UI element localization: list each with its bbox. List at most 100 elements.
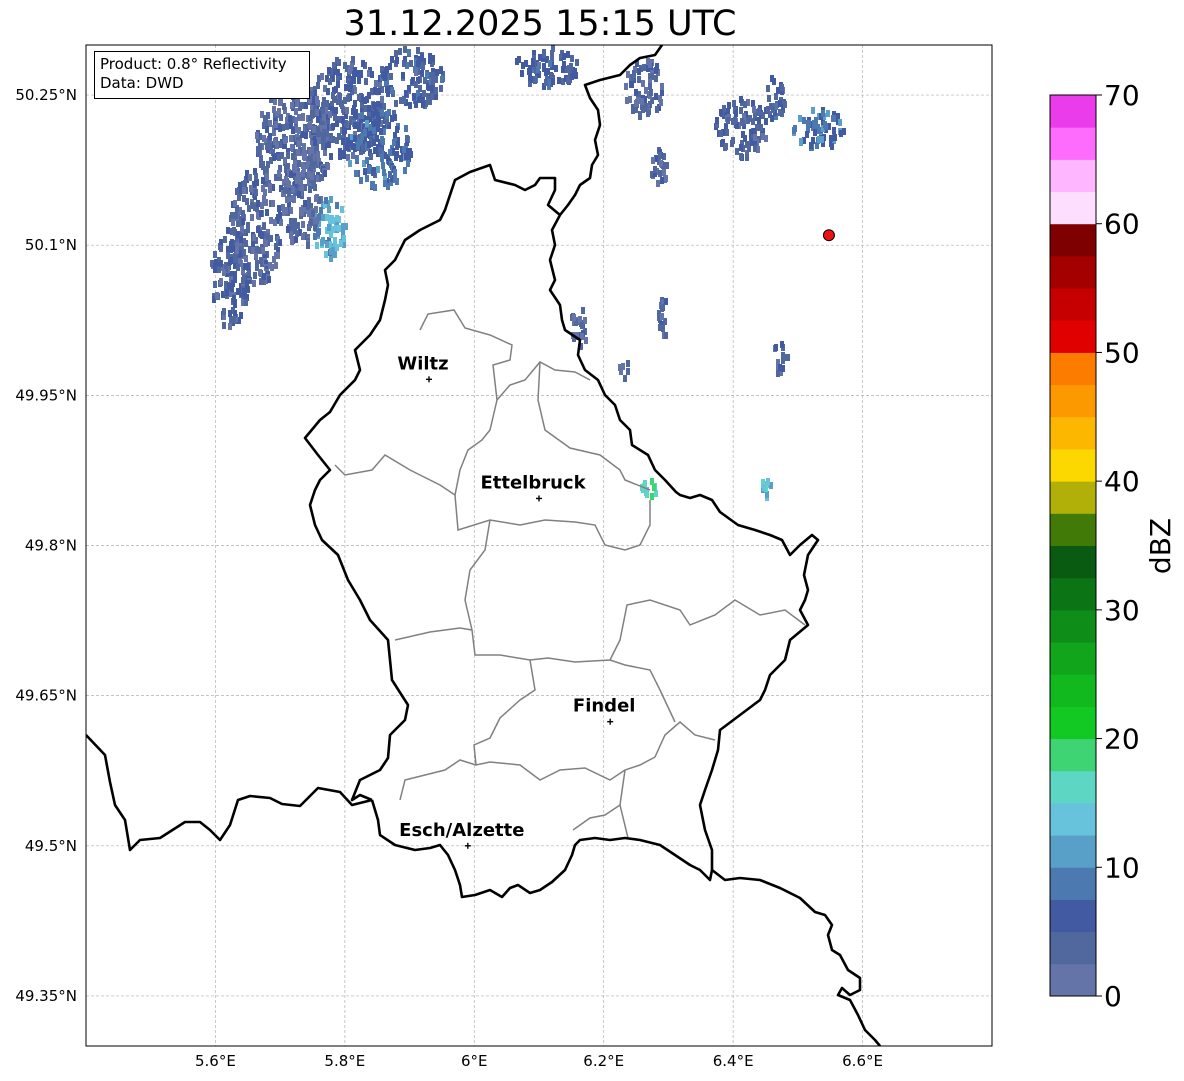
- echo-pixel: [836, 113, 840, 120]
- echo-pixel: [289, 232, 293, 239]
- city-label: Esch/Alzette: [399, 820, 524, 841]
- echo-pixel: [283, 187, 287, 194]
- echo-pixel: [335, 202, 339, 209]
- echo-pixel: [348, 160, 352, 167]
- echo-pixel: [277, 170, 281, 177]
- echo-pixel: [745, 141, 749, 148]
- echo-pixel: [327, 224, 331, 231]
- echo-pixel: [317, 131, 321, 138]
- echo-pixel: [416, 47, 420, 54]
- echo-pixel: [767, 95, 771, 102]
- echo-pixel: [226, 227, 230, 234]
- echo-pixel: [333, 114, 337, 121]
- echo-pixel: [805, 131, 809, 138]
- echo-pixel: [630, 74, 634, 81]
- echo-pixel: [354, 170, 358, 177]
- echo-pixel: [314, 195, 318, 202]
- echo-pixel: [249, 185, 253, 192]
- echo-pixel: [272, 106, 276, 113]
- echo-pixel: [385, 111, 389, 118]
- echo-pixel: [273, 98, 277, 105]
- echo-pixel: [430, 93, 434, 100]
- echo-pixel: [641, 80, 645, 87]
- colorbar-segment: [1050, 609, 1096, 643]
- echo-pixel: [278, 99, 282, 106]
- echo-pixel: [623, 375, 627, 382]
- echo-pixel: [832, 115, 836, 122]
- echo-pixel: [752, 128, 756, 135]
- echo-pixel: [398, 48, 402, 55]
- echo-pixel: [626, 368, 630, 375]
- echo-pixel: [344, 84, 348, 91]
- colorbar-segment: [1050, 191, 1096, 225]
- echo-pixel: [308, 121, 312, 128]
- echo-pixel: [228, 310, 232, 317]
- echo-pixel: [440, 76, 444, 83]
- echo-pixel: [297, 127, 301, 134]
- echo-pixel: [371, 111, 375, 118]
- echo-pixel: [262, 195, 266, 202]
- echo-pixel: [241, 210, 245, 217]
- echo-pixel: [222, 269, 226, 276]
- echo-pixel: [257, 247, 261, 254]
- echo-pixel: [645, 491, 649, 498]
- echo-pixel: [244, 255, 248, 262]
- echo-pixel: [404, 125, 408, 132]
- echo-pixel: [566, 77, 570, 84]
- echo-pixel: [575, 59, 579, 66]
- echo-pixel: [584, 337, 588, 344]
- echo-pixel: [300, 185, 304, 192]
- echo-pixel: [378, 147, 382, 154]
- echo-pixel: [274, 262, 278, 269]
- echo-pixel: [246, 226, 250, 233]
- echo-pixel: [780, 341, 784, 348]
- echo-pixel: [268, 133, 272, 140]
- city-label: Ettelbruck: [480, 472, 586, 493]
- echo-pixel: [236, 231, 240, 238]
- colorbar-tick-label: 70: [1104, 79, 1140, 112]
- echo-pixel: [390, 87, 394, 94]
- echo-pixel: [330, 215, 334, 222]
- echo-pixel: [637, 68, 641, 75]
- echo-pixel: [313, 224, 317, 231]
- echo-pixel: [341, 116, 345, 123]
- echo-pixel: [360, 133, 364, 140]
- colorbar-segment: [1050, 320, 1096, 353]
- echo-pixel: [315, 96, 319, 103]
- echo-pixel: [621, 363, 625, 370]
- echo-pixel: [634, 89, 638, 96]
- echo-pixel: [233, 200, 237, 207]
- echo-pixel: [268, 120, 272, 127]
- echo-pixel: [660, 177, 664, 184]
- echo-pixel: [735, 148, 739, 155]
- echo-pixel: [373, 87, 377, 94]
- echo-pixel: [813, 129, 817, 136]
- echo-pixel: [265, 209, 269, 216]
- echo-pixel: [725, 129, 729, 136]
- echo-pixel: [780, 84, 784, 91]
- echo-pixel: [351, 56, 355, 63]
- echo-pixel: [405, 135, 409, 142]
- echo-pixel: [766, 478, 770, 485]
- colorbar-segment: [1050, 223, 1096, 257]
- echo-pixel: [296, 149, 300, 156]
- echo-pixel: [654, 75, 658, 82]
- echo-pixel: [650, 493, 654, 500]
- echo-pixel: [349, 81, 353, 88]
- echo-pixel: [357, 125, 361, 132]
- colorbar-segment: [1050, 577, 1096, 611]
- echo-pixel: [329, 196, 333, 203]
- echo-pixel: [649, 89, 653, 96]
- colorbar-segment: [1050, 481, 1096, 514]
- lat-tick-label: 50.25°N: [15, 86, 77, 104]
- echo-pixel: [743, 135, 747, 142]
- echo-pixel: [764, 118, 768, 125]
- echo-pixel: [783, 101, 787, 108]
- echo-pixel: [832, 127, 836, 134]
- echo-pixel: [654, 490, 658, 497]
- echo-pixel: [277, 108, 281, 115]
- echo-pixel: [277, 205, 281, 212]
- colorbar-segment: [1050, 448, 1096, 482]
- echo-pixel: [780, 110, 784, 117]
- echo-pixel: [323, 149, 327, 156]
